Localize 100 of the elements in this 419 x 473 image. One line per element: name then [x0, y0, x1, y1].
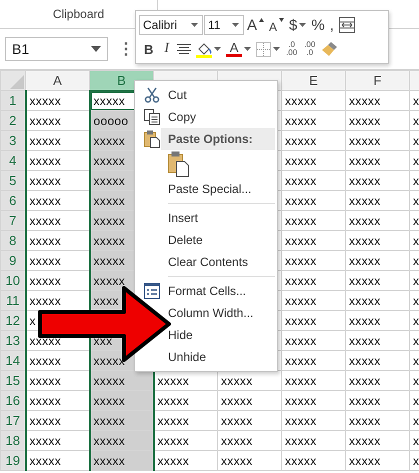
- menu-item[interactable]: Column Width...: [168, 306, 254, 320]
- table-cell: xxxxx: [90, 370, 154, 390]
- increase-decimal-button[interactable]: .0 .00: [283, 38, 300, 60]
- menu-item[interactable]: Copy: [168, 110, 196, 124]
- decrease-font-button[interactable]: A: [267, 14, 286, 36]
- table-cell: xxxxx: [282, 250, 346, 270]
- paste-icon[interactable]: [168, 151, 190, 177]
- table-cell: xxxxx: [282, 230, 346, 250]
- table-cell: xxxxx: [282, 310, 346, 330]
- menu-item[interactable]: Insert: [168, 211, 198, 225]
- table-cell: xxxxx: [154, 450, 218, 470]
- table-cell: xxxxx: [346, 250, 410, 270]
- table-cell: xxxxx: [346, 330, 410, 350]
- bold-button[interactable]: B: [139, 38, 158, 60]
- paint-bucket-icon: [196, 42, 212, 54]
- table-cell: xxxxx: [282, 330, 346, 350]
- font-size-field[interactable]: 11: [204, 15, 244, 35]
- format-cells-icon: [144, 283, 160, 299]
- menu-section-header: Paste Options:: [161, 128, 275, 150]
- menu-item[interactable]: Format Cells...: [168, 284, 246, 298]
- row-header[interactable]: 1: [0, 90, 26, 110]
- row-header[interactable]: 16: [0, 390, 26, 410]
- table-cell: xxxxx: [282, 130, 346, 150]
- clipboard-icon: [144, 130, 160, 148]
- copy-icon: [144, 109, 160, 125]
- table-cell: xxxxx: [90, 450, 154, 470]
- paintbrush-icon[interactable]: [321, 41, 340, 57]
- row-header[interactable]: 9: [0, 250, 26, 270]
- table-cell: xxxxx: [282, 350, 346, 370]
- menu-item[interactable]: Paste Special...: [168, 182, 252, 196]
- menu-item[interactable]: Cut: [168, 88, 187, 102]
- table-cell: xxxxx: [346, 230, 410, 250]
- row-header[interactable]: 8: [0, 230, 26, 250]
- menu-item[interactable]: Unhide: [168, 350, 206, 364]
- row-header[interactable]: 14: [0, 350, 26, 370]
- table-cell: xxxxx: [346, 270, 410, 290]
- row-header[interactable]: 6: [0, 190, 26, 210]
- font-color-button[interactable]: A: [224, 38, 254, 60]
- table-cell: xxxxx: [346, 350, 410, 370]
- dropdown-icon: [191, 23, 198, 27]
- row-header[interactable]: 2: [0, 110, 26, 130]
- table-cell: xxxxx: [346, 210, 410, 230]
- ribbon-group-label: Clipboard: [52, 7, 104, 21]
- table-cell: xxxxx: [282, 410, 346, 430]
- name-box[interactable]: B1: [5, 37, 108, 61]
- menu-item[interactable]: Clear Contents: [168, 255, 248, 269]
- table-cell: xxxxx: [346, 430, 410, 450]
- format-button[interactable]: %: [309, 14, 327, 36]
- dropdown-icon: [214, 47, 222, 51]
- row-header[interactable]: 10: [0, 270, 26, 290]
- row-header[interactable]: 5: [0, 170, 26, 190]
- table-cell: xxxxx: [346, 90, 410, 110]
- row-header[interactable]: 4: [0, 150, 26, 170]
- caret-icon: [259, 18, 264, 22]
- table-cell: xxxxx: [90, 430, 154, 450]
- decrease-decimal-button[interactable]: .00 .0: [301, 38, 318, 60]
- font-name-field[interactable]: Calibri: [139, 15, 203, 35]
- table-cell: xxxxx: [154, 390, 218, 410]
- row-header[interactable]: 15: [0, 370, 26, 390]
- menu-item[interactable]: Hide: [168, 328, 193, 342]
- currency-button[interactable]: $: [287, 14, 308, 36]
- table-cell: xxxxx: [346, 170, 410, 190]
- table-cell: xxxxx: [346, 290, 410, 310]
- table-cell: xxxxx: [154, 430, 218, 450]
- row-header[interactable]: 19: [0, 450, 26, 470]
- table-cell: xxxxx: [346, 410, 410, 430]
- row-header[interactable]: 18: [0, 430, 26, 450]
- table-cell: xxxxx: [90, 410, 154, 430]
- more-options[interactable]: ⋮: [118, 39, 134, 59]
- table-cell: xxxxx: [282, 270, 346, 290]
- format-button[interactable]: ,: [328, 14, 336, 36]
- dropdown-icon: [273, 47, 280, 51]
- row-header[interactable]: 17: [0, 410, 26, 430]
- dropdown-icon: [244, 47, 252, 51]
- table-cell: xxxxx: [218, 410, 282, 430]
- table-cell: xxxxx: [282, 90, 346, 110]
- row-header[interactable]: 3: [0, 130, 26, 150]
- italic-button[interactable]: I: [159, 38, 174, 60]
- table-cell: xxxxx: [282, 190, 346, 210]
- column-header[interactable]: A: [26, 70, 90, 90]
- table-cell: xxxxx: [90, 390, 154, 410]
- increase-font-button[interactable]: A: [245, 14, 266, 36]
- row-header[interactable]: 12: [0, 310, 26, 330]
- column-header[interactable]: F: [346, 70, 410, 90]
- dropdown-icon: [232, 23, 239, 27]
- column-header[interactable]: E: [282, 70, 346, 90]
- table-cell: xxxxx: [346, 370, 410, 390]
- table-cell: xxxxx: [282, 450, 346, 470]
- menu-item[interactable]: Delete: [168, 233, 203, 247]
- borders-icon[interactable]: [256, 42, 272, 56]
- merge-cells-icon[interactable]: [338, 17, 355, 33]
- row-header[interactable]: 7: [0, 210, 26, 230]
- dropdown-icon: [299, 23, 306, 27]
- table-cell: xxxxx: [218, 450, 282, 470]
- row-header[interactable]: 13: [0, 330, 26, 350]
- dropdown-icon: [91, 46, 101, 52]
- align-center-icon[interactable]: [177, 44, 192, 54]
- row-header[interactable]: 11: [0, 290, 26, 310]
- table-cell: xxxxx: [346, 190, 410, 210]
- table-cell: xxxxx: [282, 210, 346, 230]
